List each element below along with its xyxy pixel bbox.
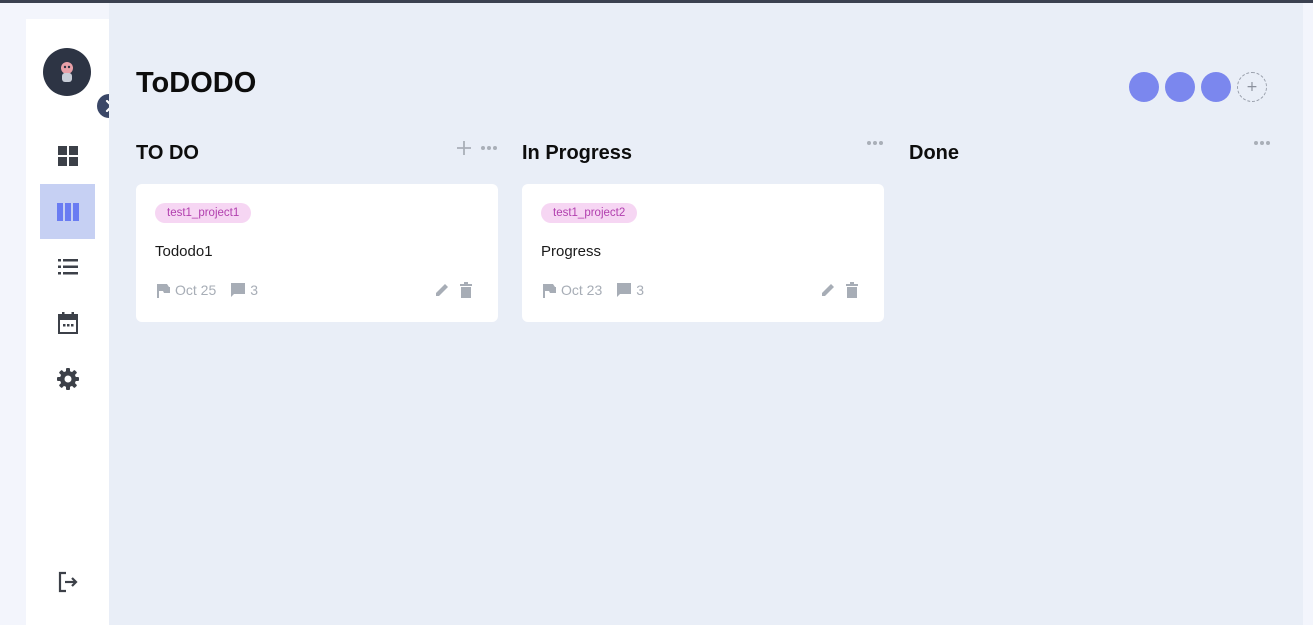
avatar-icon: [61, 62, 73, 82]
due-date: Oct 25: [175, 282, 217, 298]
plus-icon: [457, 141, 471, 155]
more-horizontal-icon: [1254, 141, 1270, 145]
pencil-icon: [822, 284, 834, 296]
card-title: Progress: [541, 243, 602, 260]
board-icon: [56, 202, 79, 221]
sidebar-item-list[interactable]: [40, 239, 95, 294]
comment-icon: [617, 283, 632, 297]
delete-card-button[interactable]: [459, 282, 473, 298]
logout-icon: [58, 571, 78, 592]
member-avatar[interactable]: [1165, 72, 1195, 102]
member-avatar[interactable]: [1129, 72, 1159, 102]
column-title: TO DO: [136, 142, 199, 164]
column-title: In Progress: [522, 142, 633, 164]
page-title: ToDODO: [136, 67, 257, 99]
add-member-button[interactable]: +: [1237, 72, 1267, 102]
column-done: Done: [909, 140, 1271, 166]
trash-icon: [846, 282, 858, 298]
column-in-progress: In Progress test1_project2 Progress Oct …: [522, 140, 884, 322]
project-tag: test1_project2: [541, 203, 638, 223]
task-card[interactable]: test1_project2 Progress Oct 23 3: [522, 184, 884, 322]
edit-card-button[interactable]: [820, 282, 836, 298]
more-horizontal-icon: [867, 141, 883, 145]
sidebar-item-settings[interactable]: [40, 351, 95, 406]
task-card[interactable]: test1_project1 Tododo1 Oct 25 3: [136, 184, 498, 322]
flag-icon: [157, 283, 170, 298]
sidebar-item-board[interactable]: [40, 184, 95, 239]
sidebar-item-dashboard[interactable]: [40, 128, 95, 183]
member-avatars: +: [1129, 72, 1267, 102]
logout-button[interactable]: [40, 554, 95, 609]
delete-card-button[interactable]: [845, 282, 859, 298]
comment-count: 3: [250, 282, 259, 298]
more-horizontal-icon: [481, 146, 497, 150]
column-title: Done: [909, 142, 959, 164]
comment-icon: [231, 283, 246, 297]
due-date: Oct 23: [561, 282, 603, 298]
column-todo: TO DO test1_project1 Tododo1 Oct 25 3: [136, 140, 498, 322]
board-area: ToDODO + TO DO test1_project1 Tododo1 Oc…: [109, 3, 1303, 625]
list-icon: [57, 258, 78, 274]
calendar-icon: [57, 311, 78, 334]
column-menu-button[interactable]: [480, 145, 498, 151]
dashboard-icon: [57, 145, 78, 166]
column-menu-button[interactable]: [866, 140, 884, 146]
column-menu-button[interactable]: [1253, 140, 1271, 146]
flag-icon: [543, 283, 556, 298]
member-avatar[interactable]: [1201, 72, 1231, 102]
sidebar-item-calendar[interactable]: [40, 295, 95, 350]
trash-icon: [460, 282, 472, 298]
user-avatar[interactable]: [43, 48, 91, 96]
sidebar: [26, 19, 121, 625]
gear-icon: [56, 367, 79, 390]
edit-card-button[interactable]: [434, 282, 450, 298]
card-title: Tododo1: [155, 243, 213, 260]
add-card-button[interactable]: [456, 140, 472, 156]
comment-count: 3: [636, 282, 645, 298]
pencil-icon: [436, 284, 448, 296]
project-tag: test1_project1: [155, 203, 252, 223]
